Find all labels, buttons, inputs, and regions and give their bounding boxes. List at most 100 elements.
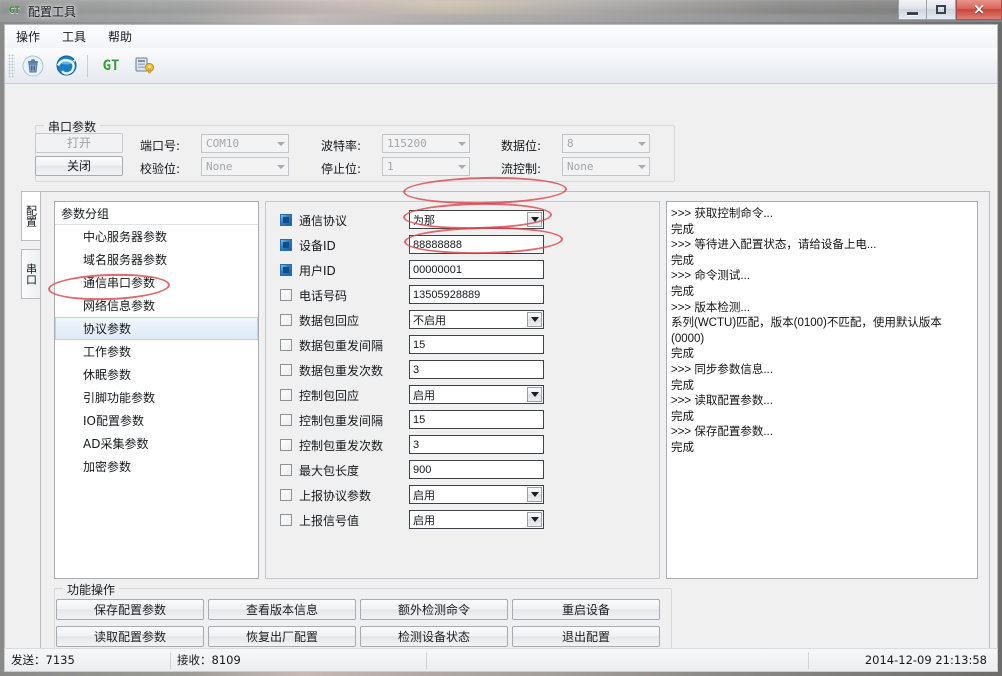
function-button[interactable]: 重启设备 bbox=[512, 599, 660, 620]
param-combo[interactable]: 启用 bbox=[409, 510, 544, 529]
group-list-item[interactable]: AD采集参数 bbox=[55, 432, 258, 455]
toolbar-grip[interactable] bbox=[8, 53, 15, 78]
param-row: 电话号码 bbox=[280, 286, 347, 304]
param-row: 上报信号值 bbox=[280, 511, 359, 529]
window-controls: × bbox=[898, 0, 1002, 21]
client-area: 操作 工具 帮助 GT 串口参数 打开 关闭 端口号: COM10 波特率: 1… bbox=[4, 24, 998, 672]
param-input[interactable]: 15 bbox=[409, 335, 544, 354]
gt-button[interactable]: GT bbox=[96, 51, 126, 81]
param-checkbox[interactable] bbox=[280, 239, 292, 251]
log-line: >>> 同步参数信息... bbox=[671, 363, 773, 376]
chevron-down-icon bbox=[638, 141, 646, 146]
param-checkbox[interactable] bbox=[280, 214, 292, 226]
databits-combo[interactable]: 8 bbox=[562, 134, 650, 153]
param-checkbox[interactable] bbox=[280, 439, 292, 451]
group-list-item[interactable]: 通信串口参数 bbox=[55, 271, 258, 294]
log-line: 完成 bbox=[671, 223, 694, 236]
param-checkbox[interactable] bbox=[280, 464, 292, 476]
function-button[interactable]: 额外检测命令 bbox=[360, 599, 508, 620]
group-list-item[interactable]: IO配置参数 bbox=[55, 409, 258, 432]
group-list-item[interactable]: 休眠参数 bbox=[55, 363, 258, 386]
function-button[interactable]: 查看版本信息 bbox=[208, 599, 356, 620]
baud-value: 115200 bbox=[387, 137, 427, 150]
param-label: 最大包长度 bbox=[299, 463, 360, 478]
param-checkbox[interactable] bbox=[280, 389, 292, 401]
chevron-down-icon[interactable] bbox=[527, 387, 542, 402]
param-input[interactable]: 3 bbox=[409, 435, 544, 454]
param-row: 用户ID bbox=[280, 261, 336, 279]
param-value: 15 bbox=[413, 338, 426, 351]
log-line: 完成 bbox=[671, 254, 694, 267]
group-list-item[interactable]: 域名服务器参数 bbox=[55, 248, 258, 271]
close-button[interactable]: × bbox=[956, 0, 1002, 20]
status-received: 接收：8109 bbox=[177, 653, 241, 667]
device-config-button[interactable] bbox=[129, 51, 159, 81]
baud-combo[interactable]: 115200 bbox=[382, 134, 470, 153]
port-combo[interactable]: COM10 bbox=[201, 134, 289, 153]
param-checkbox[interactable] bbox=[280, 414, 292, 426]
tab-config-label: 配置 bbox=[24, 205, 38, 227]
serial-open-button[interactable]: 打开 bbox=[35, 133, 123, 153]
globe-icon bbox=[56, 55, 76, 76]
stopbits-combo[interactable]: 1 bbox=[382, 157, 470, 176]
chevron-down-icon[interactable] bbox=[527, 212, 542, 227]
function-button[interactable]: 恢复出厂配置 bbox=[208, 626, 356, 647]
group-list-item[interactable]: 协议参数 bbox=[55, 317, 258, 340]
flowcontrol-combo[interactable]: None bbox=[562, 157, 650, 176]
function-operations-title: 功能操作 bbox=[63, 581, 120, 598]
function-button[interactable]: 保存配置参数 bbox=[56, 599, 204, 620]
param-input[interactable]: 3 bbox=[409, 360, 544, 379]
chevron-down-icon bbox=[458, 164, 466, 169]
maximize-icon bbox=[936, 5, 946, 14]
chevron-down-icon[interactable] bbox=[527, 312, 542, 327]
clear-log-button[interactable] bbox=[18, 51, 48, 81]
param-input[interactable]: 13505928889 bbox=[409, 285, 544, 304]
parity-combo[interactable]: None bbox=[201, 157, 289, 176]
param-checkbox[interactable] bbox=[280, 314, 292, 326]
param-combo[interactable]: 启用 bbox=[409, 385, 544, 404]
parameter-group-list[interactable]: 参数分组 中心服务器参数 域名服务器参数 通信串口参数 网络信息参数 协议参数 工作参数休… bbox=[54, 201, 259, 579]
port-value: COM10 bbox=[206, 137, 240, 150]
chevron-down-icon[interactable] bbox=[527, 487, 542, 502]
param-input[interactable]: 88888888 bbox=[409, 235, 544, 254]
group-list-item[interactable]: 加密参数 bbox=[55, 455, 258, 478]
parity-value: None bbox=[206, 160, 233, 173]
menu-bar: 操作 工具 帮助 bbox=[5, 25, 997, 49]
minimize-button[interactable] bbox=[898, 0, 927, 20]
log-line: >>> 读取配置参数... bbox=[671, 395, 773, 408]
tab-config[interactable]: 配置 bbox=[21, 191, 41, 241]
group-list-item[interactable]: 中心服务器参数 bbox=[55, 225, 258, 248]
param-checkbox[interactable] bbox=[280, 364, 292, 376]
param-checkbox[interactable] bbox=[280, 514, 292, 526]
serial-close-button[interactable]: 关闭 bbox=[35, 156, 123, 176]
browser-button[interactable] bbox=[51, 51, 81, 81]
param-checkbox[interactable] bbox=[280, 289, 292, 301]
function-button[interactable]: 检测设备状态 bbox=[360, 626, 508, 647]
param-row: 数据包回应 bbox=[280, 311, 359, 329]
group-list-item[interactable]: 引脚功能参数 bbox=[55, 386, 258, 409]
param-input[interactable]: 15 bbox=[409, 410, 544, 429]
param-combo[interactable]: 启用 bbox=[409, 485, 544, 504]
menu-item-tools[interactable]: 工具 bbox=[51, 25, 97, 48]
maximize-button[interactable] bbox=[927, 0, 956, 20]
function-button[interactable]: 读取配置参数 bbox=[56, 626, 204, 647]
param-checkbox[interactable] bbox=[280, 264, 292, 276]
chevron-down-icon bbox=[638, 164, 646, 169]
group-list-item[interactable]: 工作参数 bbox=[55, 340, 258, 363]
param-combo[interactable]: 为那 bbox=[409, 210, 544, 229]
param-checkbox[interactable] bbox=[280, 489, 292, 501]
function-button[interactable]: 退出配置 bbox=[512, 626, 660, 647]
menu-item-operation[interactable]: 操作 bbox=[5, 25, 51, 48]
menu-item-help[interactable]: 帮助 bbox=[97, 25, 143, 48]
group-list-item[interactable]: 网络信息参数 bbox=[55, 294, 258, 317]
param-input[interactable]: 900 bbox=[409, 460, 544, 479]
log-output-panel[interactable]: >>> 获取控制命令... 完成 >>> 等待进入配置状态，请给设备上电... 完成 >… bbox=[666, 201, 978, 579]
param-value: 15 bbox=[413, 413, 426, 426]
chevron-down-icon[interactable] bbox=[527, 512, 542, 527]
param-checkbox[interactable] bbox=[280, 339, 292, 351]
param-label: 数据包重发间隔 bbox=[299, 338, 384, 353]
param-combo[interactable]: 不启用 bbox=[409, 310, 544, 329]
param-input[interactable]: 00000001 bbox=[409, 260, 544, 279]
parameter-group-header: 参数分组 bbox=[55, 202, 258, 225]
tab-serial[interactable]: 串口 bbox=[21, 249, 41, 299]
